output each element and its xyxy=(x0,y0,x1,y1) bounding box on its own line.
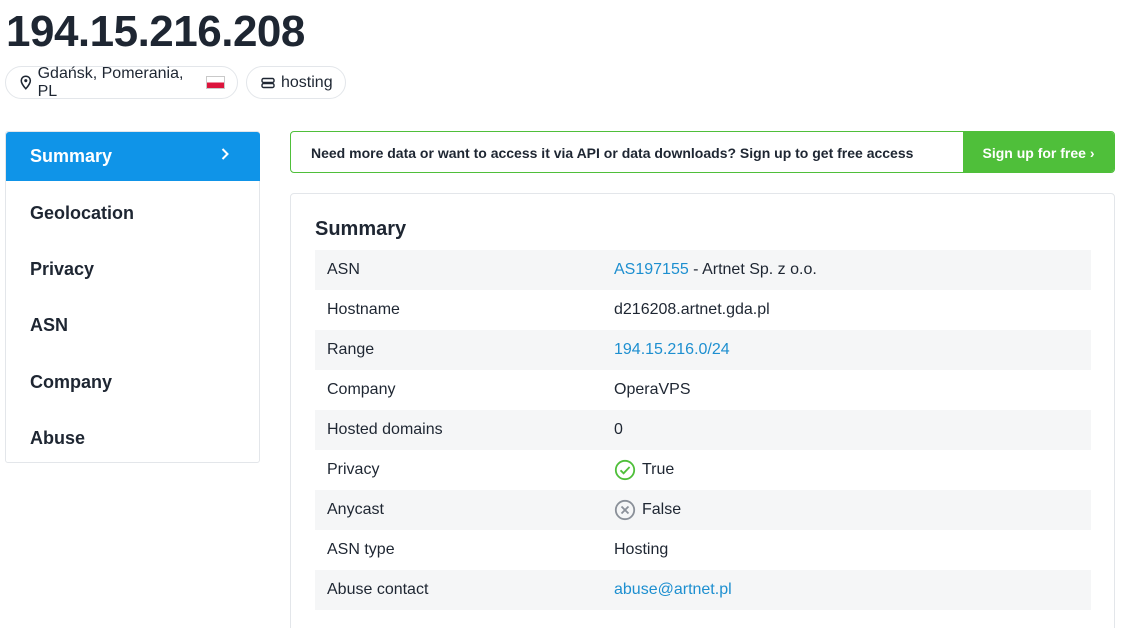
signup-banner: Need more data or want to access it via … xyxy=(290,131,1115,173)
x-circle-icon xyxy=(614,499,636,521)
location-pill[interactable]: Gdańsk, Pomerania, PL xyxy=(5,64,238,100)
row-value: 0 xyxy=(614,421,623,438)
table-row-hostname: Hostname d216208.artnet.gda.pl xyxy=(315,290,1091,330)
privacy-value: True xyxy=(642,461,675,478)
sidebar-item-geolocation[interactable]: Geolocation xyxy=(6,189,259,238)
table-row-asn: ASN AS197155 - Artnet Sp. z o.o. xyxy=(315,250,1091,290)
table-row-privacy: Privacy True xyxy=(315,450,1091,490)
sidebar-item-label: Summary xyxy=(30,146,113,166)
sidebar-item-label: Geolocation xyxy=(30,203,135,223)
sidebar-nav: Summary Geolocation Privacy ASN Company … xyxy=(5,131,260,463)
table-row-range: Range 194.15.216.0/24 xyxy=(315,330,1091,370)
asn-link[interactable]: AS197155 xyxy=(614,261,689,279)
sidebar-item-company[interactable]: Company xyxy=(6,358,259,407)
row-key: Anycast xyxy=(327,501,384,518)
sidebar-item-abuse[interactable]: Abuse xyxy=(6,414,259,463)
sidebar-item-asn[interactable]: ASN xyxy=(6,301,259,350)
sidebar-item-label: ASN xyxy=(30,315,69,335)
check-circle-icon xyxy=(614,459,636,481)
row-value: Hosting xyxy=(614,541,669,558)
row-key: Hostname xyxy=(327,301,400,318)
range-link[interactable]: 194.15.216.0/24 xyxy=(614,341,730,359)
sidebar-item-label: Abuse xyxy=(30,428,86,448)
row-key: Abuse contact xyxy=(327,581,429,598)
map-pin-icon xyxy=(20,75,32,90)
row-key: Range xyxy=(327,341,375,358)
sidebar-item-privacy[interactable]: Privacy xyxy=(6,245,259,294)
row-value: 194.15.216.0/24 xyxy=(614,341,730,359)
row-value: d216208.artnet.gda.pl xyxy=(614,301,770,318)
row-key: Privacy xyxy=(327,461,380,478)
sidebar-item-summary[interactable]: Summary xyxy=(6,132,260,181)
abuse-email-link[interactable]: abuse@artnet.pl xyxy=(614,581,732,599)
banner-text: Need more data or want to access it via … xyxy=(311,145,914,161)
asn-name: - Artnet Sp. z o.o. xyxy=(688,261,817,278)
row-value: AS197155 - Artnet Sp. z o.o. xyxy=(614,261,817,279)
row-key: ASN type xyxy=(327,541,395,558)
row-value: False xyxy=(614,499,681,521)
row-key: Company xyxy=(327,381,396,398)
row-value: True xyxy=(614,459,674,481)
table-row-company: Company OperaVPS xyxy=(315,370,1091,410)
row-key: Hosted domains xyxy=(327,421,443,438)
hosting-text: hosting xyxy=(281,73,333,91)
server-icon xyxy=(261,77,275,88)
location-text: Gdańsk, Pomerania, PL xyxy=(37,64,184,100)
row-value: abuse@artnet.pl xyxy=(614,581,732,599)
table-row-asn-type: ASN type Hosting xyxy=(315,530,1091,570)
sidebar-item-label: Company xyxy=(30,372,113,392)
summary-title: Summary xyxy=(315,218,407,240)
summary-table: ASN AS197155 - Artnet Sp. z o.o. Hostnam… xyxy=(315,250,1091,610)
anycast-value: False xyxy=(642,501,682,518)
row-value: OperaVPS xyxy=(614,381,691,398)
table-row-hosted-domains: Hosted domains 0 xyxy=(315,410,1091,450)
signup-button[interactable]: Sign up for free › xyxy=(963,132,1114,172)
table-row-anycast: Anycast False xyxy=(315,490,1091,530)
table-row-abuse-contact: Abuse contact abuse@artnet.pl xyxy=(315,570,1091,610)
summary-card: Summary ASN AS197155 - Artnet Sp. z o.o.… xyxy=(290,193,1115,628)
sidebar-item-label: Privacy xyxy=(30,259,95,279)
chevron-right-icon xyxy=(221,148,229,160)
hosting-pill[interactable]: hosting xyxy=(246,66,346,99)
poland-flag-icon xyxy=(205,76,225,89)
row-key: ASN xyxy=(327,261,360,278)
page-title: 194.15.216.208 xyxy=(6,7,305,56)
